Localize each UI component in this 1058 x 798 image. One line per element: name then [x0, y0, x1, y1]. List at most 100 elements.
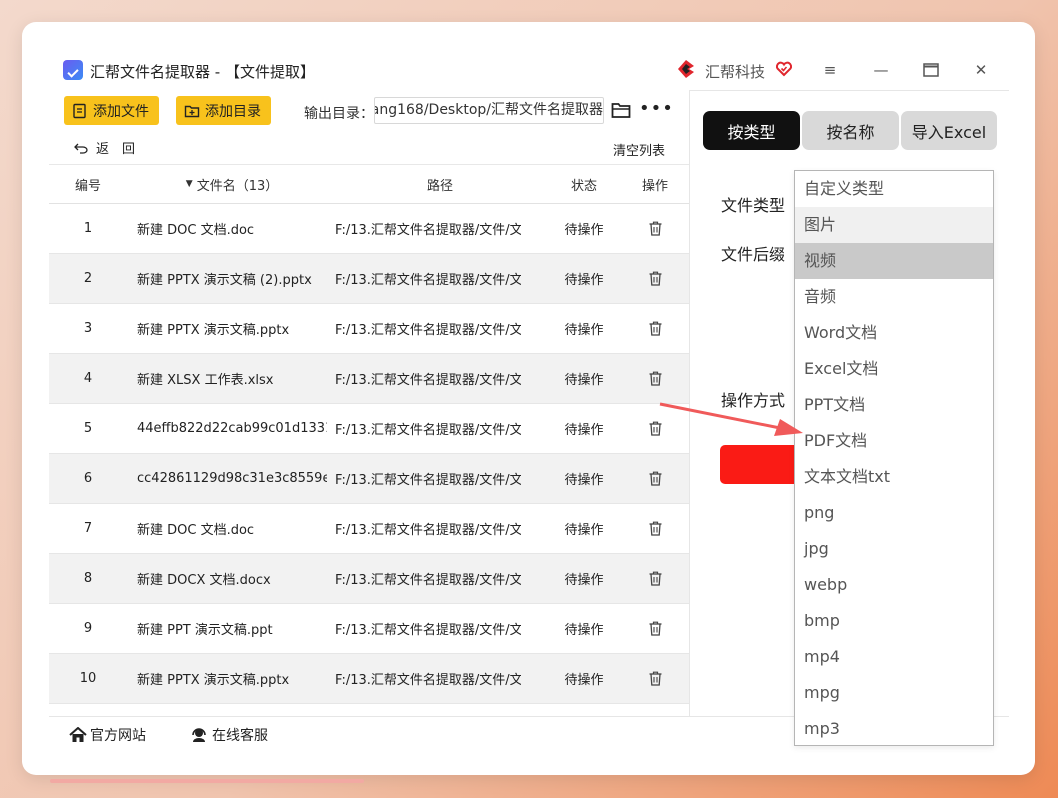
table-body: 1 新建 DOC 文档.doc F:/13.汇帮文件名提取器/文件/文... 待操作 2…	[49, 204, 689, 704]
output-dir-label: 输出目录：	[304, 106, 374, 122]
add-file-button[interactable]: 添加文件	[64, 96, 159, 125]
row-file-name: cc42861129d98c31e3c8559e5...	[137, 471, 327, 486]
row-file-name: 新建 DOC 文档.doc	[137, 223, 255, 238]
row-status: 待操作	[564, 673, 604, 688]
table-row[interactable]: 2 新建 PPTX 演示文稿 (2).pptx F:/13.汇帮文件名提取器/文件/…	[49, 254, 689, 304]
dropdown-option[interactable]: 音频	[795, 279, 993, 315]
dropdown-option[interactable]: png	[795, 495, 993, 531]
delete-button[interactable]	[635, 204, 675, 253]
row-path: F:/13.汇帮文件名提取器/文件/文...	[335, 523, 521, 538]
table-row[interactable]: 1 新建 DOC 文档.doc F:/13.汇帮文件名提取器/文件/文... 待操作	[49, 204, 689, 254]
dropdown-option[interactable]: mp3	[795, 711, 993, 747]
trash-icon	[649, 671, 661, 686]
row-path: F:/13.汇帮文件名提取器/文件/文...	[335, 673, 521, 688]
row-status: 待操作	[564, 623, 604, 638]
add-directory-label: 添加目录	[205, 103, 261, 120]
row-status: 待操作	[564, 573, 604, 588]
official-website-label: 官方网站	[90, 728, 146, 744]
tab-import-excel[interactable]: 导入Excel	[901, 111, 997, 150]
dropdown-option[interactable]: PPT文档	[795, 387, 993, 423]
delete-button[interactable]	[635, 504, 675, 553]
table-row[interactable]: 6 cc42861129d98c31e3c8559e5... F:/13.汇帮文件名…	[49, 454, 689, 504]
output-dir-value: ang168/Desktop/汇帮文件名提取器	[374, 102, 603, 118]
clear-list-button[interactable]: 清空列表	[613, 140, 665, 159]
table-row[interactable]: 3 新建 PPTX 演示文稿.pptx F:/13.汇帮文件名提取器/文件/文...…	[49, 304, 689, 354]
file-type-dropdown[interactable]: 自定义类型 图片 视频 音频 Word文档 Excel文档 PPT文档 PDF文档 文本文档tx…	[794, 170, 994, 746]
row-file-name: 新建 PPT 演示文稿.ppt	[137, 623, 273, 638]
dropdown-option[interactable]: jpg	[795, 531, 993, 567]
table-row[interactable]: 5 44effb822d22cab99c01d1331... F:/13.汇帮文件名…	[49, 404, 689, 454]
row-num: 10	[79, 671, 97, 686]
row-num: 9	[83, 621, 93, 636]
back-button[interactable]: 返 回	[74, 138, 135, 157]
row-status: 待操作	[564, 223, 604, 238]
dropdown-option[interactable]: 图片	[795, 207, 993, 243]
row-num: 5	[83, 421, 93, 436]
output-dir-field[interactable]: ang168/Desktop/汇帮文件名提取器	[374, 97, 604, 124]
trash-icon	[649, 421, 661, 436]
trash-icon	[649, 371, 661, 386]
delete-button[interactable]	[635, 554, 675, 603]
row-num: 3	[83, 321, 93, 336]
dropdown-option[interactable]: bmp	[795, 603, 993, 639]
toolbar: 添加文件 添加目录 输出目录： ang168/Desktop/汇帮文件名提取器 …	[49, 92, 689, 132]
dropdown-option[interactable]: mpg	[795, 675, 993, 711]
start-button[interactable]	[720, 445, 800, 484]
open-folder-icon[interactable]	[611, 101, 631, 119]
table-row[interactable]: 7 新建 DOC 文档.doc F:/13.汇帮文件名提取器/文件/文... 待操作	[49, 504, 689, 554]
trash-icon	[649, 271, 661, 286]
trash-icon	[649, 621, 661, 636]
row-status: 待操作	[564, 373, 604, 388]
window-title: 汇帮文件名提取器 - 【文件提取】	[90, 63, 315, 81]
dropdown-option[interactable]: 视频	[795, 243, 993, 279]
maximize-button[interactable]	[914, 56, 948, 84]
delete-button[interactable]	[635, 254, 675, 303]
more-options-icon[interactable]: •••	[639, 98, 674, 119]
title-bar: 汇帮文件名提取器 - 【文件提取】 汇帮科技 ≡ — ✕	[49, 48, 1009, 92]
dropdown-option[interactable]: 自定义类型	[795, 171, 993, 207]
delete-button[interactable]	[635, 304, 675, 353]
dropdown-option[interactable]: Word文档	[795, 315, 993, 351]
delete-button[interactable]	[635, 454, 675, 503]
add-file-label: 添加文件	[93, 103, 149, 120]
sort-desc-icon: ▼	[185, 179, 193, 189]
brand-name: 汇帮科技	[705, 63, 766, 81]
row-num: 2	[83, 271, 93, 286]
dropdown-option[interactable]: PDF文档	[795, 423, 993, 459]
table-row[interactable]: 8 新建 DOCX 文档.docx F:/13.汇帮文件名提取器/文件/文... 待操…	[49, 554, 689, 604]
official-website-link[interactable]: 官方网站	[69, 725, 146, 745]
heart-icon[interactable]	[775, 60, 793, 78]
row-status: 待操作	[564, 323, 604, 338]
dropdown-option[interactable]: webp	[795, 567, 993, 603]
row-file-name: 新建 XLSX 工作表.xlsx	[137, 373, 274, 388]
minimize-button[interactable]: —	[864, 56, 898, 84]
delete-button[interactable]	[635, 354, 675, 403]
table-row[interactable]: 4 新建 XLSX 工作表.xlsx F:/13.汇帮文件名提取器/文件/文... 待…	[49, 354, 689, 404]
back-arrow-icon	[74, 143, 88, 154]
back-label: 返 回	[96, 142, 136, 157]
table-row[interactable]: 9 新建 PPT 演示文稿.ppt F:/13.汇帮文件名提取器/文件/文... 待操…	[49, 604, 689, 654]
dropdown-option[interactable]: 文本文档txt	[795, 459, 993, 495]
row-status: 待操作	[564, 523, 604, 538]
table-row[interactable]: 10 新建 PPTX 演示文稿.pptx F:/13.汇帮文件名提取器/文件/文..…	[49, 654, 689, 704]
dropdown-option[interactable]: Excel文档	[795, 351, 993, 387]
trash-icon	[649, 471, 661, 486]
file-type-label: 文件类型	[721, 196, 786, 215]
tab-by-name[interactable]: 按名称	[802, 111, 899, 150]
close-button[interactable]: ✕	[964, 56, 998, 84]
menu-icon[interactable]: ≡	[813, 56, 847, 84]
online-support-link[interactable]: 在线客服	[189, 725, 268, 745]
delete-button[interactable]	[635, 654, 675, 703]
header-name[interactable]: ▼ 文件名（13）	[137, 165, 327, 203]
row-file-name: 新建 DOCX 文档.docx	[137, 573, 271, 588]
tab-by-type[interactable]: 按类型	[703, 111, 800, 150]
maximize-icon	[923, 63, 939, 77]
horizontal-scrollbar[interactable]	[50, 779, 364, 783]
table-header: 编号 ▼ 文件名（13） 路径 状态 操作	[49, 164, 689, 204]
dropdown-option[interactable]: mp4	[795, 639, 993, 675]
row-file-name: 新建 PPTX 演示文稿.pptx	[137, 673, 290, 688]
delete-button[interactable]	[635, 604, 675, 653]
add-directory-button[interactable]: 添加目录	[176, 96, 271, 125]
delete-button[interactable]	[635, 404, 675, 453]
row-path: F:/13.汇帮文件名提取器/文件/文...	[335, 273, 521, 288]
